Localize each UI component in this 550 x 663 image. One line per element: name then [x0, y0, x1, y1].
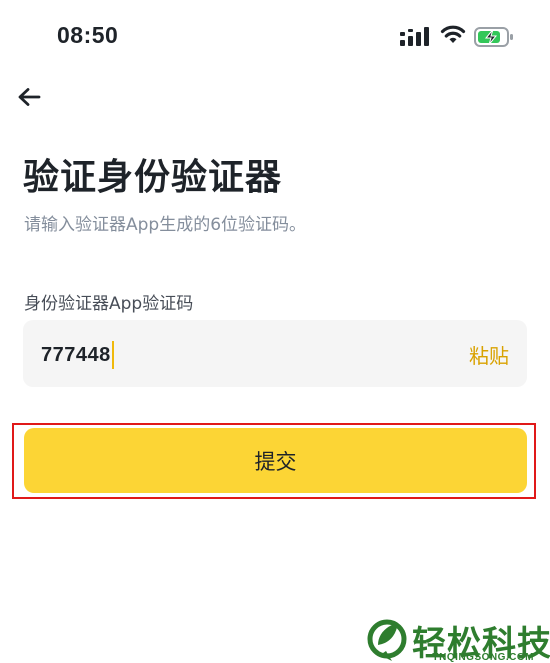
code-input[interactable]: 777448 [41, 341, 114, 369]
screen: 08:50 验证身份验证器 请输入验证器App生成的6位验证码。 身份验证器Ap… [0, 0, 550, 663]
code-input-field[interactable]: 777448 粘贴 [23, 320, 527, 387]
status-icons [400, 24, 516, 52]
submit-button[interactable]: 提交 [24, 428, 527, 493]
text-cursor [111, 341, 114, 369]
page-title: 验证身份验证器 [23, 157, 283, 198]
wifi-icon [440, 25, 466, 43]
status-time: 08:50 [57, 22, 119, 48]
cellular-signal-icon [400, 27, 429, 46]
submit-button-label: 提交 [254, 449, 297, 474]
back-arrow-icon [18, 88, 41, 106]
watermark-logo-icon [367, 619, 407, 661]
code-field-label: 身份验证器App验证码 [24, 294, 194, 314]
back-button[interactable] [12, 82, 46, 112]
page-subtitle: 请输入验证器App生成的6位验证码。 [24, 215, 307, 235]
watermark-subtext: YNQINGSONG.COM [432, 652, 535, 663]
paste-button[interactable]: 粘贴 [469, 340, 509, 369]
code-input-value: 777448 [41, 343, 111, 366]
battery-charging-icon [474, 27, 513, 47]
watermark: 轻松科技 YNQINGSONG.COM [366, 615, 550, 663]
